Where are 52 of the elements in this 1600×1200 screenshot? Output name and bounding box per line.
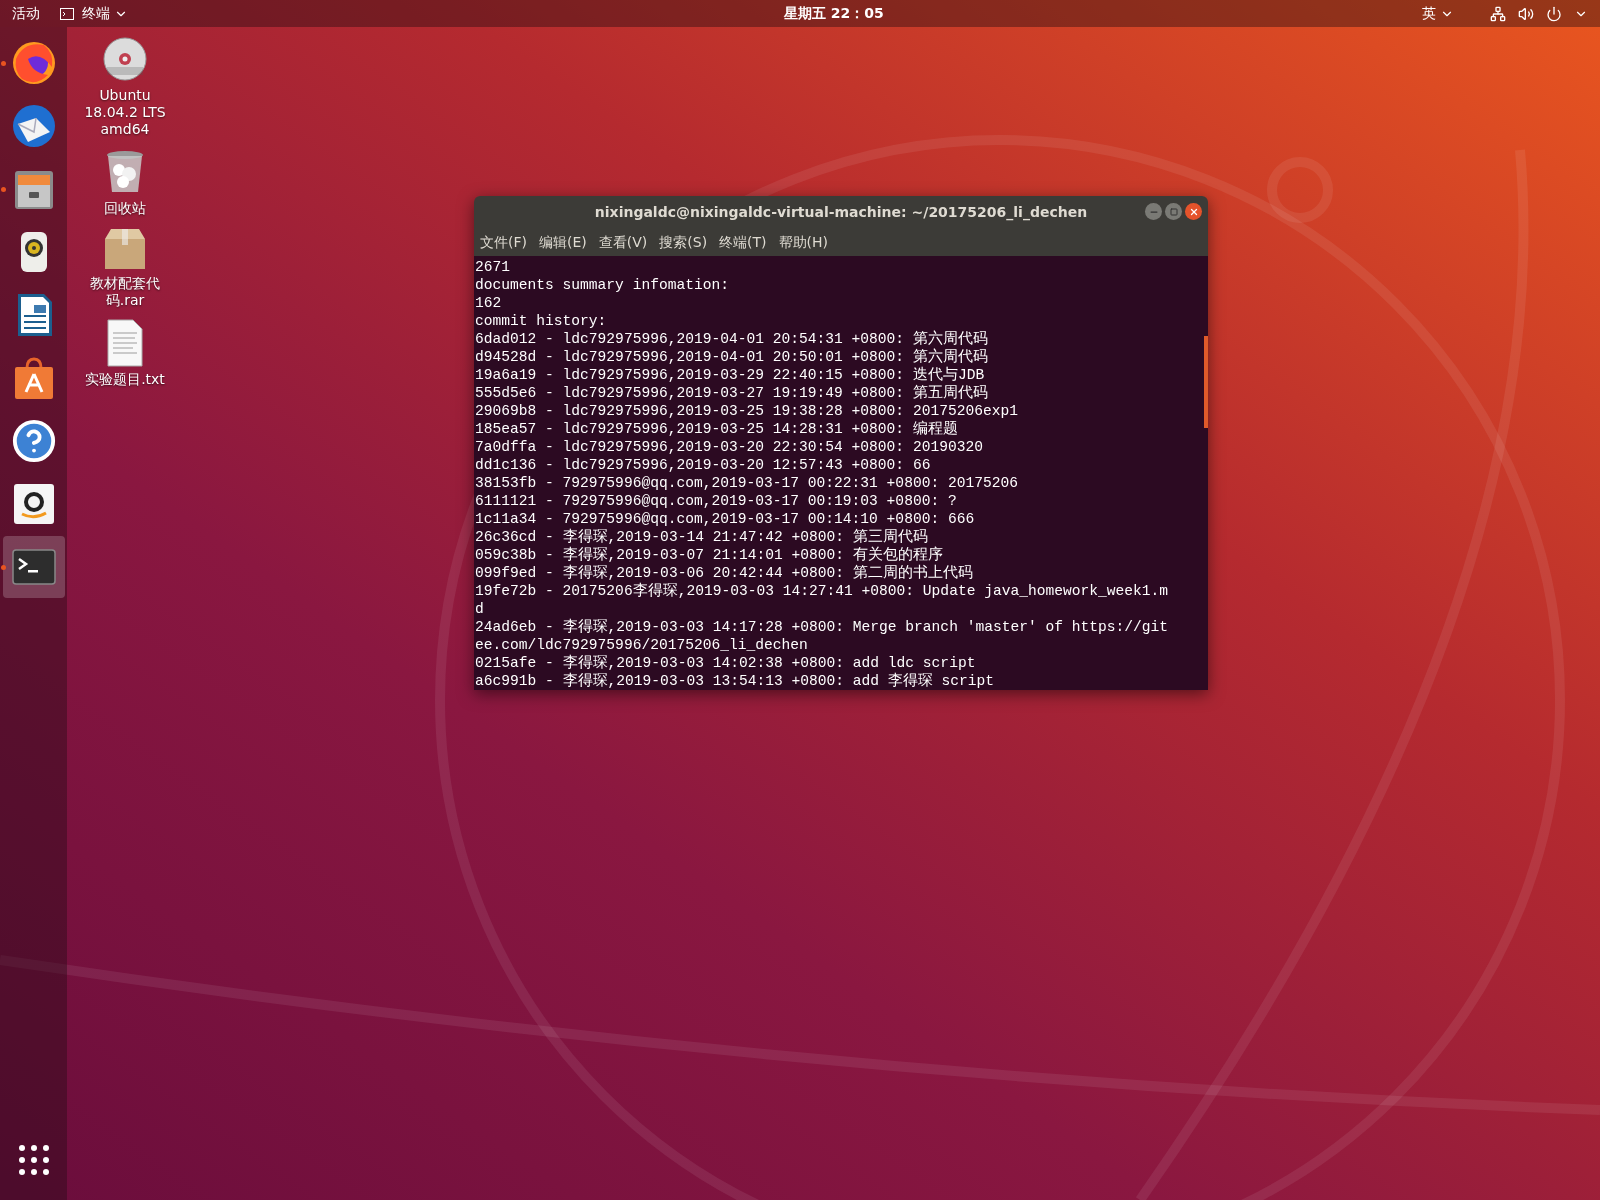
menu-item[interactable]: 终端(T): [719, 232, 767, 253]
menu-item[interactable]: 帮助(H): [778, 232, 829, 253]
square-icon: [1169, 207, 1178, 216]
volume-icon[interactable]: [1518, 5, 1534, 22]
app-menu[interactable]: 终端: [60, 3, 128, 24]
power-icon[interactable]: [1546, 5, 1562, 22]
terminal-line: commit history:: [475, 312, 607, 330]
terminal-line: a6c991b - 李得琛,2019-03-03 13:54:13 +0800: add 李得琛 script: [475, 672, 995, 690]
desktop-icon-label[interactable]: Ubuntu 18.04.2 LTS amd64: [79, 87, 171, 138]
terminal-line: 555d5e6 - ldc792975996,2019-03-27 19:19:49 +0800: 第五周代码: [475, 384, 988, 402]
close-button[interactable]: [1185, 203, 1202, 220]
terminal-line: 099f9ed - 李得琛,2019-03-06 20:42:44 +0800: 第二周的书上代码: [475, 564, 973, 582]
menu-item[interactable]: 搜索(S): [659, 232, 708, 253]
terminal-line: 162: [475, 294, 502, 312]
close-icon: [1188, 206, 1199, 217]
terminal-line: 6111121 - 792975996@qq.com,2019-03-17 00:19:03 +0800: ?: [475, 492, 957, 510]
input-method-menu[interactable]: 英: [1422, 3, 1454, 24]
terminal-line: 19a6a19 - ldc792975996,2019-03-29 22:40:15 +0800: 迭代与JDB: [475, 366, 985, 384]
scrollbar-thumb[interactable]: [1204, 336, 1208, 428]
disc-icon: [101, 35, 149, 83]
terminal-line: documents summary infomation:: [475, 276, 729, 294]
window-title: nixingaldc@nixingaldc-virtual-machine: ~/20175206_li_dechen: [594, 203, 1088, 223]
terminal-line: 29069b8 - ldc792975996,2019-03-25 19:38:28 +0800: 20175206exp1: [475, 402, 1018, 420]
terminal-line: 0215afe - 李得琛,2019-03-03 14:02:38 +0800: add ldc script: [475, 654, 976, 672]
terminal-line: 19fe72b - 20175206李得琛,2019-03-03 14:27:41 +0800: Update java_homework_week1.m: [475, 582, 1169, 600]
desktop-icon-label[interactable]: 实验题目.txt: [79, 371, 171, 388]
terminal-line: dd1c136 - ldc792975996,2019-03-20 12:57:43 +0800: 66: [475, 456, 931, 474]
minimize-button[interactable]: [1145, 203, 1162, 220]
terminal-line: 26c36cd - 李得琛,2019-03-14 21:47:42 +0800: 第三周代码: [475, 528, 928, 546]
terminal-line: 1c11a34 - 792975996@qq.com,2019-03-17 00:14:10 +0800: 666: [475, 510, 975, 528]
terminal-line: 24ad6eb - 李得琛,2019-03-03 14:17:28 +0800: Merge branch 'master' of https://git: [475, 618, 1169, 636]
text-file-icon: [105, 319, 145, 367]
menu-item[interactable]: 查看(V): [598, 232, 648, 253]
terminal-line: ee.com/ldc792975996/20175206_li_dechen: [475, 636, 808, 654]
menu-item[interactable]: 编辑(E): [539, 232, 587, 253]
terminal-icon: [60, 7, 74, 20]
terminal-line: d: [475, 600, 484, 618]
menu-item[interactable]: 文件(F): [480, 232, 527, 253]
app-grid-icon[interactable]: [17, 1144, 50, 1176]
clock[interactable]: 星期五 22：05: [784, 3, 884, 24]
help-icon: [10, 417, 57, 464]
terminal-line: 6dad012 - ldc792975996,2019-04-01 20:54:31 +0800: 第六周代码: [475, 330, 988, 348]
activities-button[interactable]: 活动: [12, 3, 40, 24]
terminal-line: 059c38b - 李得琛,2019-03-07 21:14:01 +0800: 有关包的程序: [475, 546, 943, 564]
terminal-line: 38153fb - 792975996@qq.com,2019-03-17 00:22:31 +0800: 20175206: [475, 474, 1018, 492]
terminal-line: d94528d - ldc792975996,2019-04-01 20:50:01 +0800: 第六周代码: [475, 348, 988, 366]
desktop-icon-label[interactable]: 教材配套代码.rar: [79, 275, 171, 309]
terminal-line: 7a0dffa - ldc792975996,2019-03-20 22:30:54 +0800: 20190320: [475, 438, 983, 456]
network-icon[interactable]: [1490, 5, 1506, 22]
terminal-line: 185ea57 - ldc792975996,2019-03-25 14:28:31 +0800: 编程题: [475, 420, 958, 438]
desktop-icon-label[interactable]: 回收站: [79, 200, 171, 217]
terminal-line: 2671: [475, 258, 511, 276]
